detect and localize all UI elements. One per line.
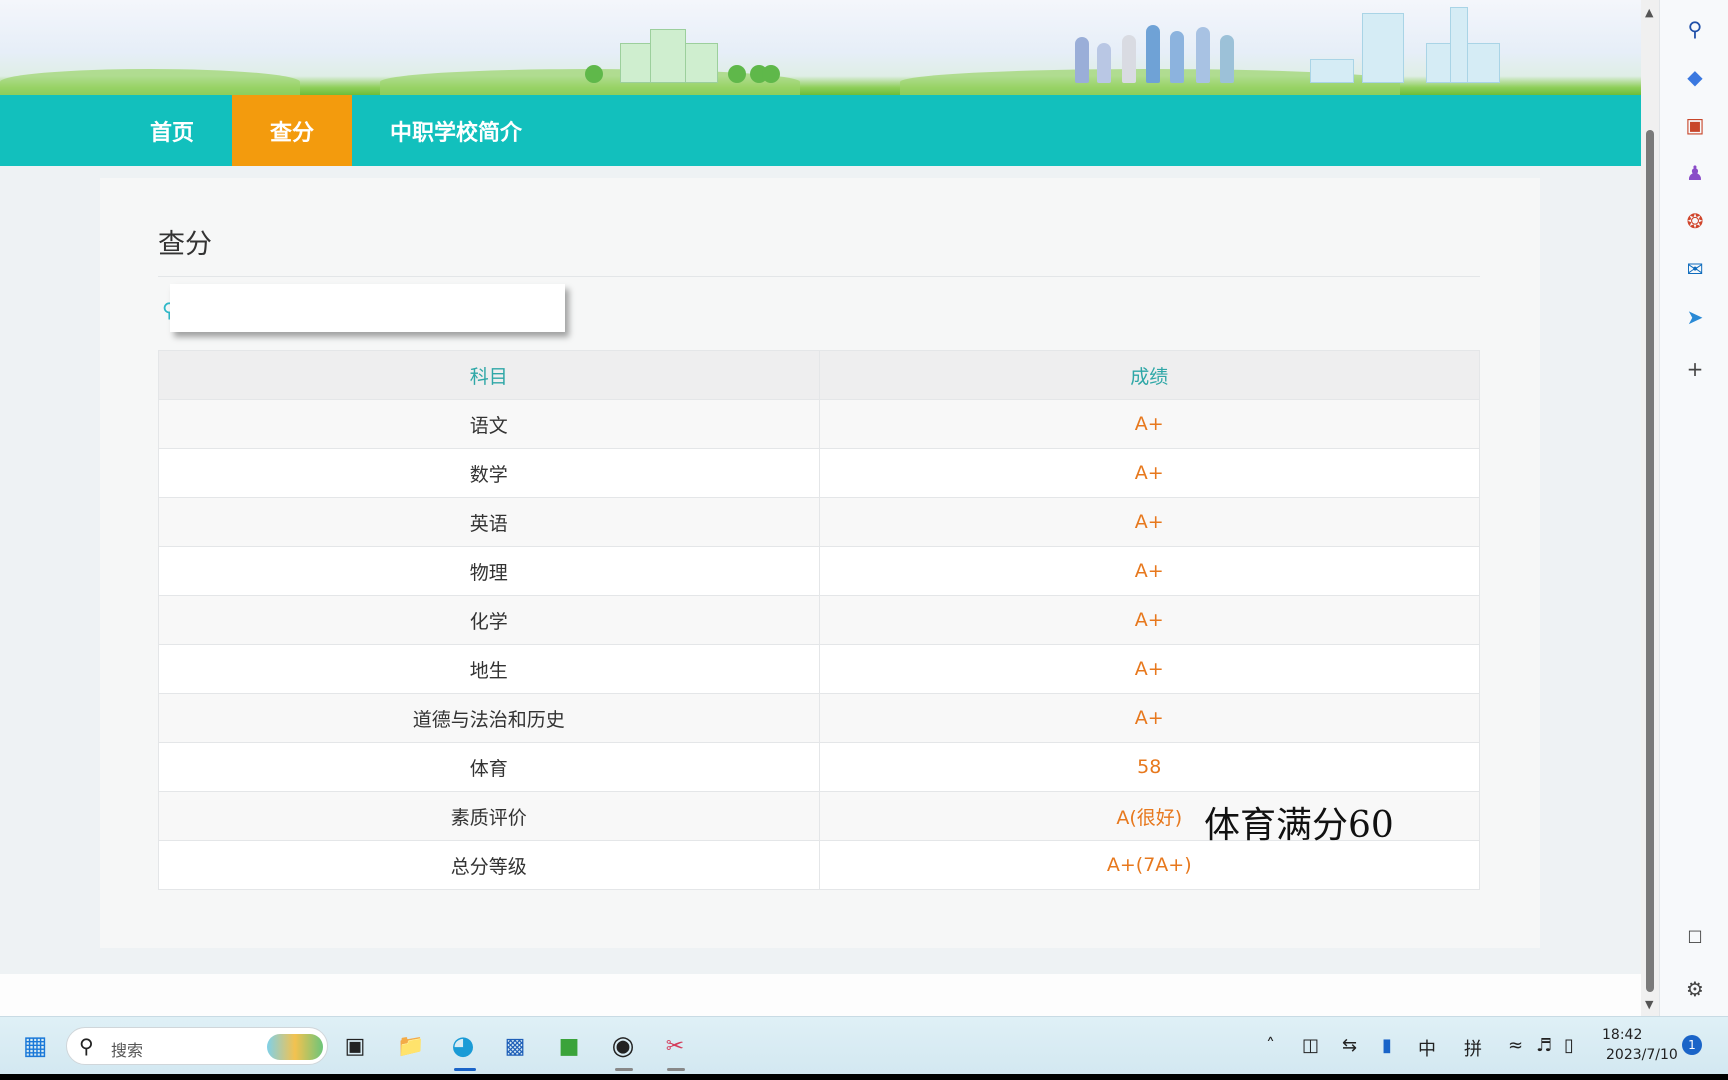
header-grade: 成绩	[818, 350, 1480, 400]
outlook-icon[interactable]: ✉	[1682, 256, 1708, 282]
task-view-icon[interactable]: ▣	[340, 1031, 370, 1061]
file-explorer-icon[interactable]: 📁	[396, 1031, 426, 1061]
send-icon[interactable]: ➤	[1682, 304, 1708, 330]
edge-active-indicator	[454, 1068, 476, 1071]
clock-date[interactable]: 2023/7/10	[1606, 1047, 1678, 1063]
tag-icon[interactable]: ◆	[1682, 64, 1708, 90]
add-icon[interactable]: +	[1682, 356, 1708, 382]
windows-start-icon[interactable]: ▦	[20, 1031, 50, 1061]
header-subject: 科目	[158, 350, 820, 400]
subject-cell: 素质评价	[158, 791, 820, 841]
input-mode-indicator[interactable]: 中	[1418, 1035, 1436, 1061]
scroll-up-arrow-icon[interactable]: ▲	[1645, 6, 1653, 19]
grade-cell: A+	[818, 693, 1480, 743]
subject-cell: 化学	[158, 595, 820, 645]
search-icon: ⚲	[79, 1034, 94, 1058]
search-highlight-art	[267, 1034, 323, 1060]
nav-home[interactable]: 首页	[112, 95, 232, 166]
media-control-icon[interactable]: ◫	[1302, 1035, 1319, 1056]
city-skyline-illustration	[1310, 59, 1354, 83]
grade-cell: A+	[818, 595, 1480, 645]
office-icon[interactable]: ❂	[1682, 208, 1708, 234]
grade-cell: A+	[818, 644, 1480, 694]
nav-score-query[interactable]: 查分	[232, 95, 353, 166]
microphone-icon[interactable]: ▮	[1382, 1035, 1392, 1056]
grade-cell: A+	[818, 546, 1480, 596]
taskbar: ▦ ⚲ 搜索 ▣ 📁 ◕ ▩ ■ ◉ ✂ ˄ ◫ ⇆ ▮ 中 拼 ≈ ♬ ▯ 1…	[0, 1016, 1728, 1074]
subject-cell: 总分等级	[158, 840, 820, 890]
chevron-up-icon[interactable]: ˄	[1266, 1035, 1275, 1056]
notification-badge[interactable]: 1	[1682, 1035, 1702, 1055]
subject-cell: 英语	[158, 497, 820, 547]
subject-cell: 数学	[158, 448, 820, 498]
table-row: 数学 A+	[158, 448, 1480, 498]
screen: 首页 查分 中职学校简介 查分 ⚲ 科目 成绩 语文 A+	[0, 0, 1728, 1080]
subject-cell: 语文	[158, 399, 820, 449]
page-title: 查分	[158, 229, 212, 260]
subject-cell: 体育	[158, 742, 820, 792]
volume-icon[interactable]: ♬	[1536, 1035, 1552, 1056]
clock-time[interactable]: 18:42	[1602, 1027, 1642, 1043]
store-icon[interactable]: ▩	[500, 1031, 530, 1061]
table-row: 道德与法治和历史 A+	[158, 693, 1480, 743]
subject-cell: 道德与法治和历史	[158, 693, 820, 743]
grade-cell: 58	[818, 742, 1480, 792]
table-row: 语文 A+	[158, 399, 1480, 449]
ime-indicator[interactable]: 拼	[1464, 1035, 1482, 1061]
nav-vocational-schools[interactable]: 中职学校简介	[352, 95, 560, 166]
page-footer-strip	[0, 974, 1641, 1016]
table-row: 地生 A+	[158, 644, 1480, 694]
grade-cell: A+	[818, 399, 1480, 449]
wifi-icon[interactable]: ≈	[1508, 1035, 1523, 1056]
taskbar-search-box[interactable]: ⚲ 搜索	[66, 1027, 328, 1065]
obs-icon[interactable]: ◉	[608, 1031, 638, 1061]
edge-browser-icon[interactable]: ◕	[448, 1031, 478, 1061]
scroll-down-arrow-icon[interactable]: ▼	[1645, 998, 1653, 1011]
title-divider	[158, 276, 1480, 277]
scrollbar-thumb[interactable]	[1646, 130, 1654, 992]
browser-sidebar: ⚲ ◆ ▣ ♟ ❂ ✉ ➤ + □ ⚙	[1659, 0, 1728, 1016]
page-scrollbar[interactable]: ▲ ▼	[1641, 0, 1659, 1016]
table-row: 体育 58	[158, 742, 1480, 792]
table-row: 英语 A+	[158, 497, 1480, 547]
grade-cell: A+	[818, 448, 1480, 498]
snipping-active-indicator	[667, 1068, 685, 1071]
screenshot-icon[interactable]: □	[1682, 922, 1708, 948]
table-header-row: 科目 成绩	[158, 350, 1480, 400]
grade-cell: A+	[818, 497, 1480, 547]
search-icon[interactable]: ⚲	[1682, 16, 1708, 42]
table-row: 化学 A+	[158, 595, 1480, 645]
subject-cell: 地生	[158, 644, 820, 694]
main-nav: 首页 查分 中职学校简介	[0, 95, 1641, 166]
battery-icon[interactable]: ▯	[1564, 1035, 1574, 1056]
subject-cell: 物理	[158, 546, 820, 596]
briefcase-icon[interactable]: ▣	[1682, 112, 1708, 138]
students-illustration	[1075, 37, 1089, 83]
minecraft-icon[interactable]: ■	[554, 1031, 584, 1061]
screen-bottom-edge	[0, 1074, 1728, 1080]
page-content: 查分 ⚲ 科目 成绩 语文 A+ 数学	[0, 166, 1641, 974]
table-row: 物理 A+	[158, 546, 1480, 596]
snipping-tool-icon[interactable]: ✂	[660, 1031, 690, 1061]
site-banner	[0, 0, 1641, 95]
obs-active-indicator	[615, 1068, 633, 1071]
settings-icon[interactable]: ⚙	[1682, 976, 1708, 1002]
student-name-redaction	[170, 284, 565, 332]
sync-icon[interactable]: ⇆	[1342, 1035, 1357, 1056]
search-placeholder: 搜索	[111, 1041, 144, 1060]
games-icon[interactable]: ♟	[1682, 160, 1708, 186]
video-caption-overlay: 体育满分60	[1204, 805, 1394, 846]
